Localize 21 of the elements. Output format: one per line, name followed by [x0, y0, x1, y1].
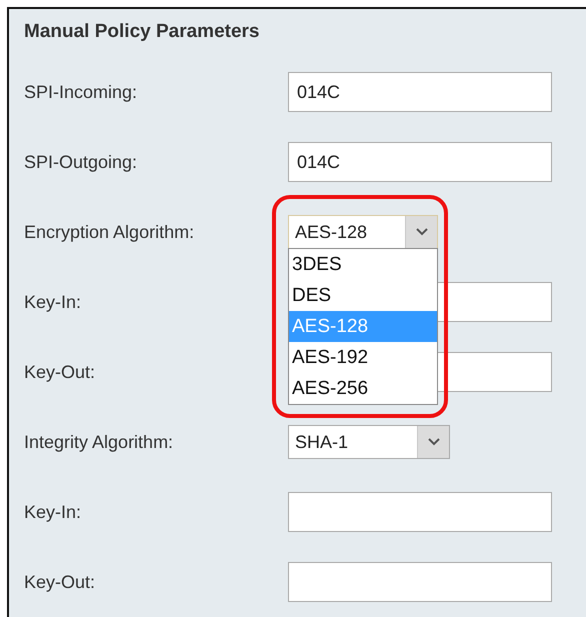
- field-label: Key-In:: [24, 290, 82, 314]
- section-title: Manual Policy Parameters: [24, 21, 260, 44]
- field-label: SPI-Incoming:: [24, 80, 138, 104]
- dropdown-select[interactable]: SHA-1: [288, 425, 450, 459]
- field-label: Integrity Algorithm:: [24, 430, 174, 454]
- field-label: Encryption Algorithm:: [24, 220, 196, 244]
- caret-icon: [416, 228, 428, 236]
- input-field[interactable]: [288, 562, 552, 602]
- field-label: Key-Out:: [24, 570, 96, 594]
- field-label: Key-In:: [24, 500, 82, 524]
- field-label: SPI-Outgoing:: [24, 150, 138, 174]
- caret-icon: [428, 438, 440, 446]
- dropdown-option[interactable]: 3DES: [289, 249, 437, 280]
- input-field[interactable]: 014C: [288, 72, 552, 112]
- input-field[interactable]: [288, 492, 552, 532]
- dropdown-select[interactable]: AES-128: [288, 215, 438, 249]
- field-label: Key-Out:: [24, 360, 96, 384]
- dropdown-option[interactable]: AES-192: [289, 342, 437, 373]
- dropdown-option[interactable]: AES-256: [289, 373, 437, 404]
- dropdown-option[interactable]: DES: [289, 280, 437, 311]
- input-field[interactable]: 014C: [288, 142, 552, 182]
